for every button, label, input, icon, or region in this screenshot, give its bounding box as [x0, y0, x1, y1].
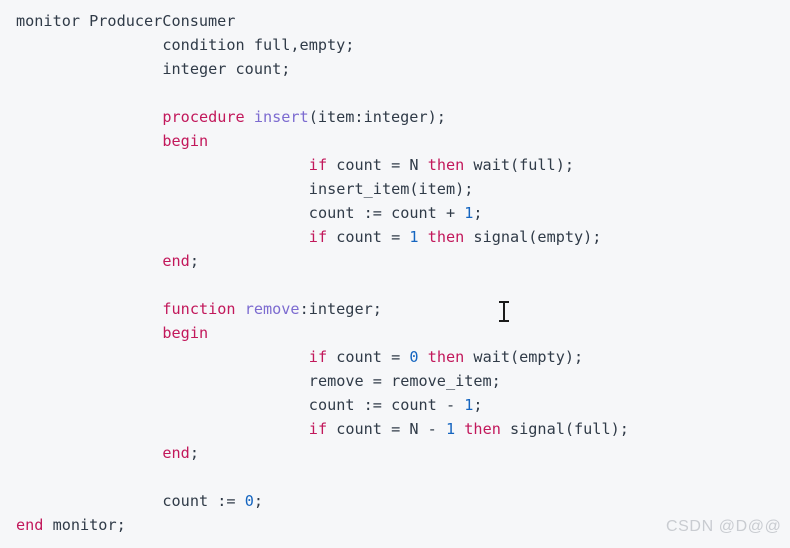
- code-token-plain: monitor ProducerConsumer: [16, 12, 236, 30]
- code-token-plain: signal(empty);: [464, 228, 602, 246]
- code-line: if count = 0 then wait(empty);: [309, 348, 583, 367]
- code-line: if count = N - 1 then signal(full);: [309, 420, 629, 439]
- code-token-number: 1: [409, 228, 419, 246]
- code-line: integer count;: [162, 60, 290, 79]
- code-line: remove = remove_item;: [309, 372, 501, 391]
- code-token-plain: wait(empty);: [464, 348, 584, 366]
- code-token-keyword: then: [464, 420, 501, 438]
- code-token-keyword: end: [162, 252, 190, 270]
- code-line: procedure insert(item:integer);: [162, 108, 445, 127]
- code-token-keyword: function: [162, 300, 236, 318]
- code-token-keyword: then: [427, 156, 465, 174]
- code-line: begin: [162, 132, 208, 151]
- code-token-plain: count =: [327, 348, 410, 366]
- code-token-plain: count = N -: [327, 420, 446, 438]
- code-token-plain: count = N: [327, 156, 428, 174]
- code-line: monitor ProducerConsumer: [16, 12, 235, 31]
- code-token-identifier: insert: [253, 108, 309, 126]
- code-token-keyword: if: [308, 420, 328, 438]
- code-token-plain: count :=: [162, 492, 245, 510]
- code-line: if count = 1 then signal(empty);: [309, 228, 602, 247]
- code-token-plain: count =: [327, 228, 410, 246]
- code-line: insert_item(item);: [309, 180, 474, 199]
- code-token-number: 0: [244, 492, 254, 510]
- code-token-plain: wait(full);: [464, 156, 574, 174]
- code-token-keyword: if: [308, 348, 328, 366]
- code-token-number: 1: [445, 420, 456, 438]
- code-line: count := 0;: [162, 492, 263, 511]
- code-token-plain: integer count;: [162, 60, 291, 78]
- code-token-plain: :integer;: [299, 300, 382, 318]
- code-line: end;: [162, 252, 199, 271]
- code-token-plain: insert_item(item);: [308, 180, 474, 198]
- code-line: end;: [162, 444, 199, 463]
- code-line: count := count + 1;: [309, 204, 483, 223]
- code-line: function remove:integer;: [162, 300, 381, 319]
- code-token-plain: ;: [189, 252, 199, 270]
- code-token-plain: ;: [253, 492, 263, 510]
- code-token-plain: ;: [473, 204, 483, 222]
- code-token-keyword: procedure: [162, 108, 245, 126]
- code-token-plain: count := count -: [308, 396, 465, 414]
- code-line: begin: [162, 324, 208, 343]
- code-token-keyword: if: [308, 228, 328, 246]
- code-token-number: 0: [409, 348, 419, 366]
- code-token-plain: ;: [473, 396, 483, 414]
- code-token-keyword: then: [427, 228, 465, 246]
- code-token-keyword: end: [16, 516, 44, 534]
- code-editor-surface[interactable]: monitor ProducerConsumer condition full,e…: [0, 0, 790, 548]
- ibeam-cap-bottom: [499, 320, 509, 322]
- code-token-plain: remove = remove_item;: [308, 372, 501, 390]
- code-token-plain: signal(full);: [500, 420, 629, 438]
- code-token-plain: condition full,empty;: [162, 36, 355, 54]
- code-token-identifier: remove: [244, 300, 300, 318]
- code-line: if count = N then wait(full);: [309, 156, 574, 175]
- code-token-plain: ;: [189, 444, 199, 462]
- ibeam-stem: [503, 303, 505, 321]
- code-token-keyword: then: [427, 348, 465, 366]
- csdn-watermark: CSDN @D@@: [666, 518, 782, 535]
- code-token-keyword: begin: [162, 324, 209, 342]
- ibeam-cap-top: [499, 301, 509, 303]
- code-token-plain: count := count +: [308, 204, 465, 222]
- code-token-keyword: if: [308, 156, 328, 174]
- code-line: condition full,empty;: [162, 36, 354, 55]
- code-token-plain: monitor;: [43, 516, 126, 534]
- code-token-keyword: begin: [162, 132, 209, 150]
- code-line: end monitor;: [16, 516, 126, 535]
- code-token-plain: (item:integer);: [308, 108, 446, 126]
- code-token-keyword: end: [162, 444, 190, 462]
- code-line: count := count - 1;: [309, 396, 483, 415]
